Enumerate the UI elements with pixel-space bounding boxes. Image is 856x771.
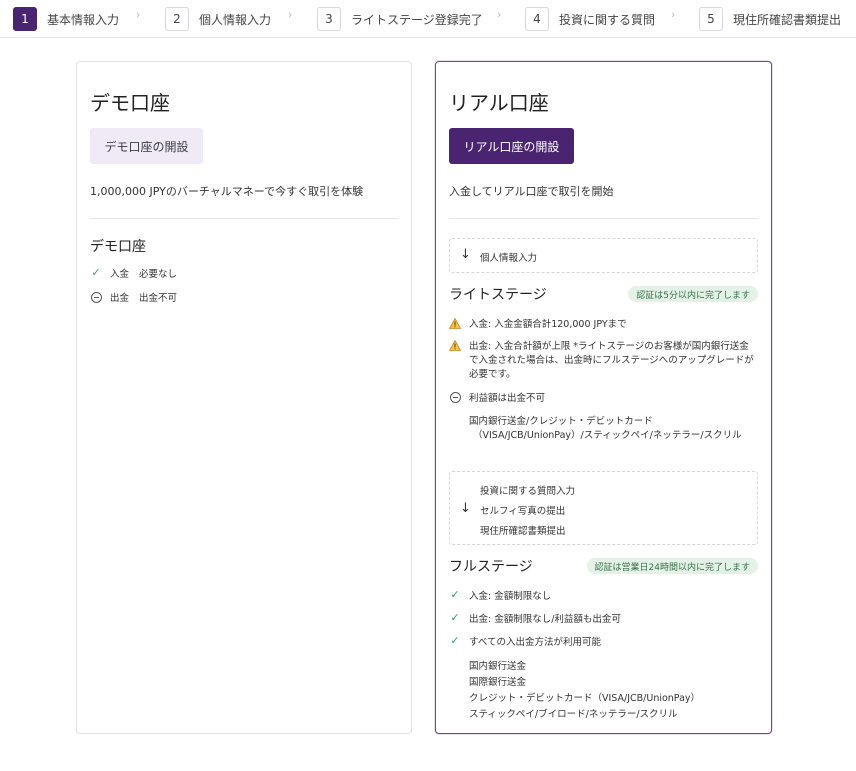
light-deposit-row: 入金: 入金金額合計120,000 JPYまで [449, 316, 627, 330]
divider [449, 218, 758, 219]
step-text: 投資に関する質問入力 [480, 486, 576, 497]
method-item: 国内銀行送金 [469, 661, 527, 672]
light-withdraw-text-2: で入金された場合は、出金時にフルステージへのアップグレードが [469, 355, 754, 366]
status-badge: 認証は5分以内に完了します [628, 286, 758, 302]
chevron-right-icon: › [497, 8, 502, 21]
step-label: ライトステージ登録完了 [351, 12, 483, 27]
deposit-row: ✓ 入金 必要なし [90, 266, 178, 281]
progress-stepper: 1 基本情報入力 › 2 個人情報入力 › 3 ライトステージ登録完了 › 4 … [0, 0, 856, 38]
light-stage-title: ライトステージ [449, 287, 547, 303]
real-account-card[interactable]: リアル口座 リアル口座の開設 入金してリアル口座で取引を開始 ↓ 個人情報入力 … [435, 61, 772, 734]
light-methods-text: 国内銀行送金/クレジット・デビットカード [469, 416, 653, 427]
card-description: 入金してリアル口座で取引を開始 [449, 185, 614, 198]
light-methods-text-2: （VISA/JCB/UnionPay）/スティックペイ/ネッテラー/スクリル [473, 430, 742, 441]
warning-icon [449, 339, 461, 351]
check-icon: ✓ [450, 634, 460, 647]
step-text: 個人情報入力 [480, 253, 538, 264]
step-1[interactable]: 1 基本情報入力 [13, 7, 119, 31]
method-item: スティックペイ/ブイロード/ネッテラー/スクリル [469, 709, 678, 720]
status-badge: 認証は営業日24時間以内に完了します [586, 558, 758, 574]
step-text: セルフィ写真の提出 [480, 506, 566, 517]
step-number: 1 [13, 7, 37, 31]
step-3[interactable]: 3 ライトステージ登録完了 [317, 7, 483, 31]
divider [90, 218, 398, 219]
open-real-account-button[interactable]: リアル口座の開設 [449, 128, 574, 164]
card-title: リアル口座 [449, 91, 549, 115]
minus-circle-icon [449, 391, 461, 403]
light-deposit-text: 入金: 入金金額合計120,000 JPYまで [469, 319, 627, 330]
step-box-verification: ↓ 投資に関する質問入力 セルフィ写真の提出 現住所確認書類提出 [449, 471, 758, 545]
open-demo-account-button[interactable]: デモ口座の開設 [90, 128, 203, 164]
deposit-label: 入金 [110, 269, 130, 280]
light-withdraw-text-3: 必要です。 [469, 369, 516, 380]
minus-circle-icon [90, 291, 102, 303]
withdraw-value: 出金不可 [139, 293, 178, 304]
step-4[interactable]: 4 投資に関する質問 [525, 7, 655, 31]
full-deposit-row: ✓ 入金: 金額制限なし [449, 588, 552, 603]
chevron-right-icon: › [671, 8, 676, 21]
method-item: 国際銀行送金 [469, 677, 527, 688]
warning-icon [449, 317, 461, 329]
step-text: 現住所確認書類提出 [480, 526, 566, 537]
withdraw-row: 出金 出金不可 [90, 290, 177, 304]
light-profit-text: 利益額は出金不可 [469, 393, 546, 404]
demo-account-card[interactable]: デモ口座 デモ口座の開設 1,000,000 JPYのバーチャルマネーで今すぐ取… [76, 61, 412, 734]
section-title: デモ口座 [90, 239, 146, 255]
light-withdraw-text: 出金: 入金合計額が上限 *ライトステージのお客様が国内銀行送金 [469, 341, 749, 352]
chevron-right-icon: › [136, 8, 141, 21]
arrow-down-icon: ↓ [460, 501, 471, 516]
check-icon: ✓ [450, 588, 460, 601]
withdraw-label: 出金 [110, 293, 130, 304]
card-title: デモ口座 [90, 91, 170, 115]
deposit-value: 必要なし [139, 269, 178, 280]
step-number: 3 [317, 7, 341, 31]
step-label: 個人情報入力 [199, 12, 272, 27]
full-methods-text: すべての入出金方法が利用可能 [469, 637, 601, 648]
step-box-personal-info: ↓ 個人情報入力 [449, 238, 758, 273]
full-methods-row: ✓ すべての入出金方法が利用可能 [449, 634, 601, 649]
check-icon: ✓ [91, 266, 101, 279]
full-withdraw-row: ✓ 出金: 金額制限なし/利益額も出金可 [449, 611, 621, 626]
full-withdraw-text: 出金: 金額制限なし/利益額も出金可 [469, 614, 621, 625]
step-number: 2 [165, 7, 189, 31]
step-5[interactable]: 5 現住所確認書類提出 [699, 7, 841, 31]
step-2[interactable]: 2 個人情報入力 [165, 7, 271, 31]
light-profit-row: 利益額は出金不可 [449, 390, 545, 404]
step-number: 5 [699, 7, 723, 31]
step-label: 投資に関する質問 [559, 12, 656, 27]
chevron-right-icon: › [288, 8, 293, 21]
step-label: 基本情報入力 [47, 12, 120, 27]
full-stage-title: フルステージ [449, 559, 533, 575]
check-icon: ✓ [450, 611, 460, 624]
arrow-down-icon: ↓ [460, 247, 471, 262]
full-deposit-text: 入金: 金額制限なし [469, 591, 552, 602]
card-description: 1,000,000 JPYのバーチャルマネーで今すぐ取引を体験 [90, 185, 364, 198]
light-withdraw-row: 出金: 入金合計額が上限 *ライトステージのお客様が国内銀行送金 [449, 338, 749, 352]
step-number: 4 [525, 7, 549, 31]
method-item: クレジット・デビットカード（VISA/JCB/UnionPay） [469, 693, 701, 704]
step-label: 現住所確認書類提出 [733, 12, 842, 27]
